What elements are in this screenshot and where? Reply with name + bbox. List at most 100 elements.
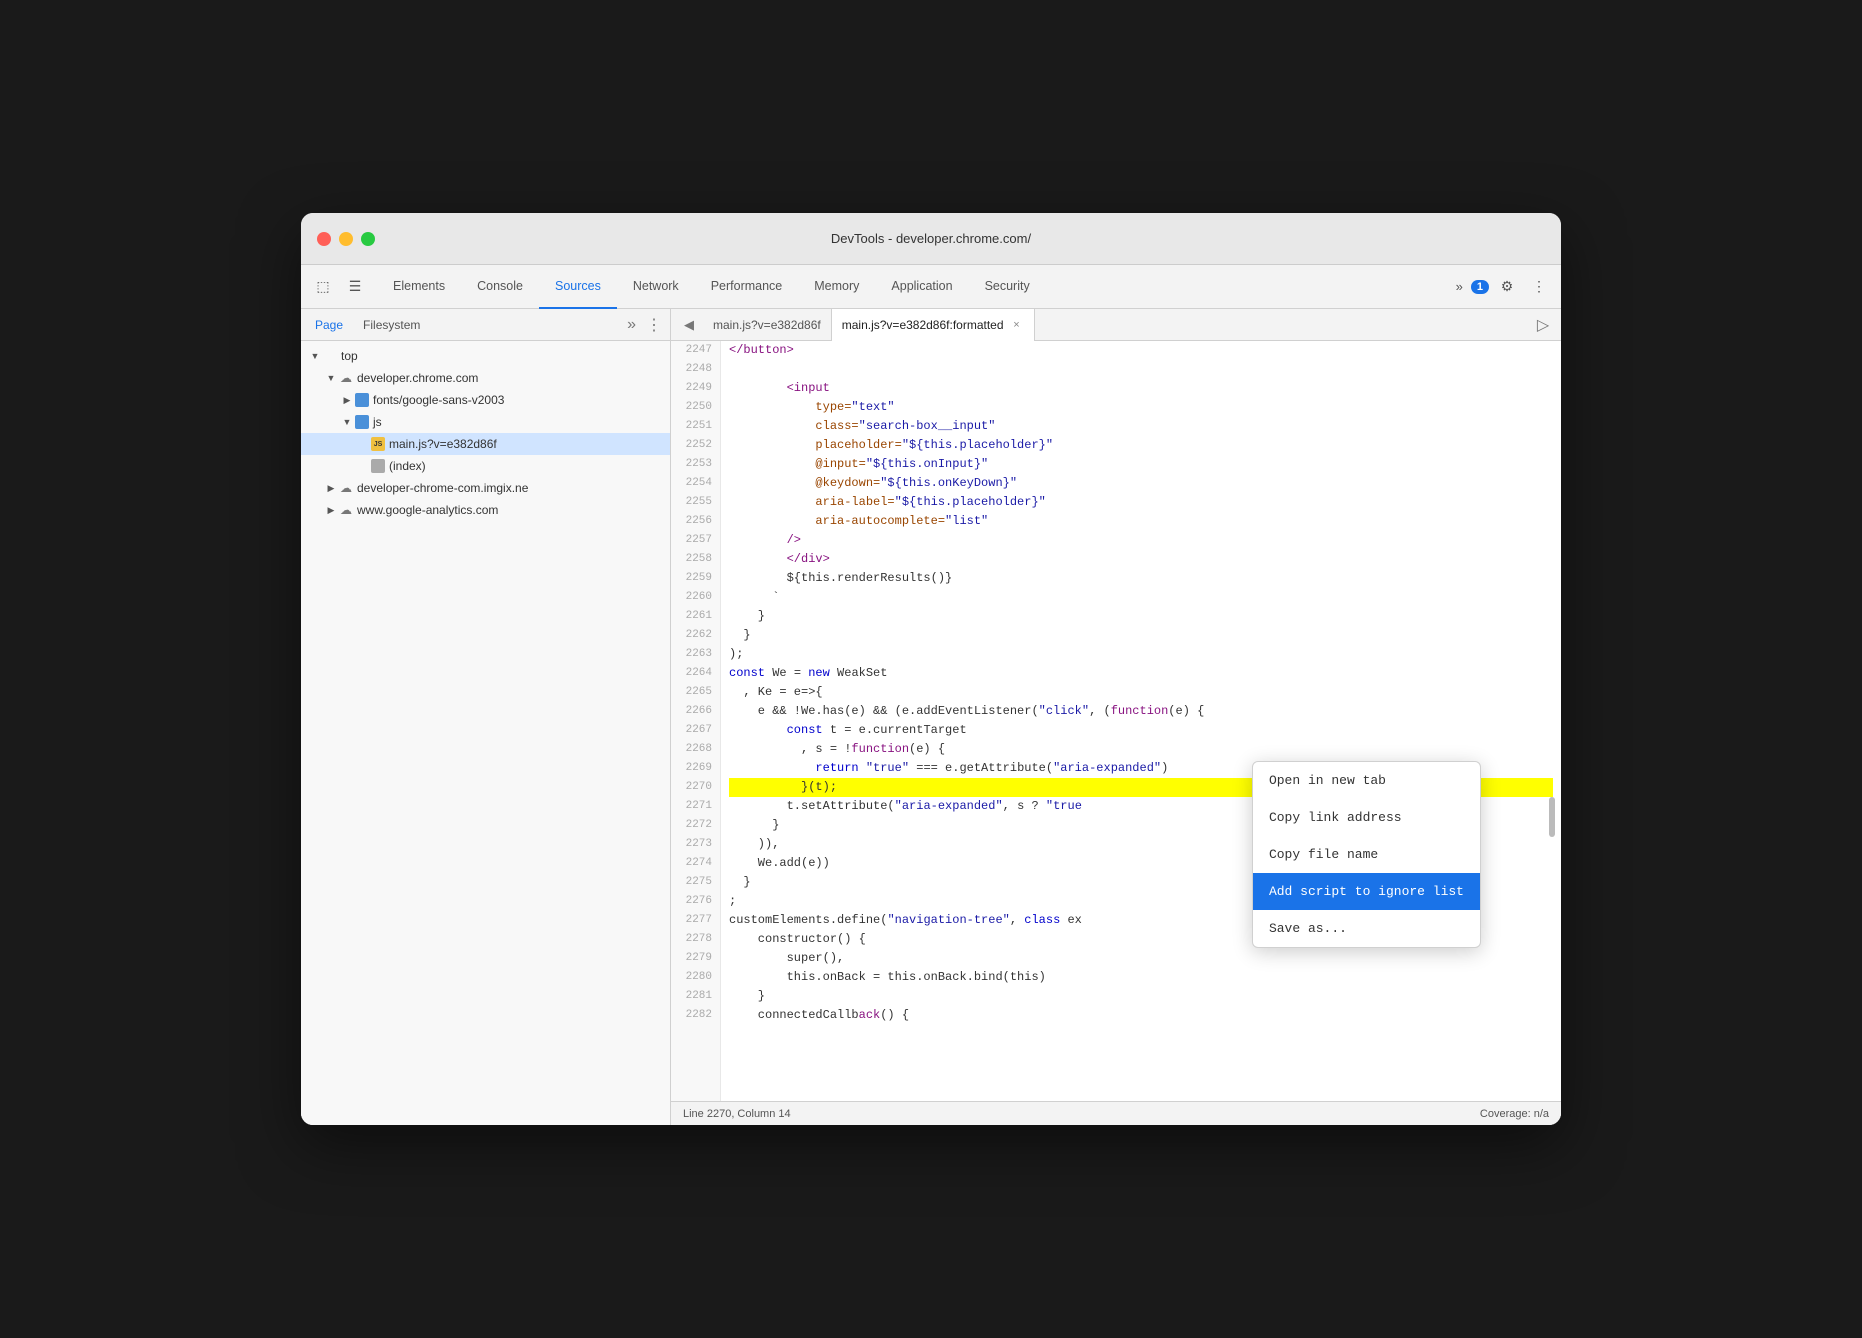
cloud-icon: ☁ [339, 371, 353, 385]
sidebar-menu-button[interactable]: ⋮ [642, 315, 666, 335]
editor-tab-label: main.js?v=e382d86f:formatted [842, 318, 1004, 332]
devtools-window: DevTools - developer.chrome.com/ ⬚ ☰ Ele… [301, 213, 1561, 1125]
collapse-sidebar-button[interactable]: ◀ [675, 311, 703, 339]
inspect-element-button[interactable]: ⬚ [309, 273, 337, 301]
main-toolbar: ⬚ ☰ Elements Console Sources Network Per… [301, 265, 1561, 309]
close-tab-button[interactable]: × [1010, 318, 1024, 332]
file-tree: top ☁ developer.chrome.com fonts/google-… [301, 341, 670, 1125]
code-line-2251: class="search-box__input" [729, 417, 1553, 436]
arrow-icon [325, 504, 337, 516]
collapse-right-button[interactable]: ▷ [1529, 311, 1557, 339]
tab-network[interactable]: Network [617, 265, 695, 309]
devtools-panel: ⬚ ☰ Elements Console Sources Network Per… [301, 265, 1561, 1125]
sidebar-tab-filesystem[interactable]: Filesystem [353, 314, 430, 336]
tree-label: (index) [389, 459, 426, 473]
tree-label: main.js?v=e382d86f [389, 437, 497, 451]
close-button[interactable] [317, 232, 331, 246]
tree-item-developer-chrome[interactable]: ☁ developer.chrome.com [301, 367, 670, 389]
code-line-2256: aria-autocomplete="list" [729, 512, 1553, 531]
code-line-2257: /> [729, 531, 1553, 550]
code-line-2255: aria-label="${this.placeholder}" [729, 493, 1553, 512]
code-line-2279: super(), [729, 949, 1553, 968]
coverage-status: Coverage: n/a [1480, 1108, 1549, 1120]
context-menu: Open in new tab Copy link address Copy f… [1252, 761, 1481, 948]
tree-label: top [341, 349, 358, 363]
arrow-icon [341, 394, 353, 406]
more-tabs-button[interactable]: » [1452, 279, 1467, 294]
tree-item-mainjs[interactable]: JS main.js?v=e382d86f [301, 433, 670, 455]
arrow-icon [341, 416, 353, 428]
folder-icon [355, 415, 369, 429]
context-menu-copy-filename[interactable]: Copy file name [1253, 836, 1480, 873]
tab-security[interactable]: Security [969, 265, 1046, 309]
tree-item-fonts[interactable]: fonts/google-sans-v2003 [301, 389, 670, 411]
editor-tab-mainjs[interactable]: main.js?v=e382d86f [703, 309, 832, 341]
code-line-2254: @keydown="${this.onKeyDown}" [729, 474, 1553, 493]
tree-label: js [373, 415, 382, 429]
tab-performance[interactable]: Performance [695, 265, 799, 309]
tree-item-index[interactable]: (index) [301, 455, 670, 477]
code-line-2281: } [729, 987, 1553, 1006]
tree-item-js[interactable]: js [301, 411, 670, 433]
sidebar-tab-page[interactable]: Page [305, 314, 353, 336]
tree-label: developer.chrome.com [357, 371, 478, 385]
tab-sources[interactable]: Sources [539, 265, 617, 309]
code-line-2248 [729, 360, 1553, 379]
window-title: DevTools - developer.chrome.com/ [831, 231, 1031, 246]
more-options-button[interactable]: ⋮ [1525, 273, 1553, 301]
tree-item-top[interactable]: top [301, 345, 670, 367]
main-tab-bar: Elements Console Sources Network Perform… [377, 265, 1046, 309]
tree-item-imgix[interactable]: ☁ developer-chrome-com.imgix.ne [301, 477, 670, 499]
code-line-2252: placeholder="${this.placeholder}" [729, 436, 1553, 455]
code-line-2260: ` [729, 588, 1553, 607]
sidebar-more-button[interactable]: » [621, 316, 642, 334]
tab-application[interactable]: Application [875, 265, 968, 309]
folder-icon [355, 393, 369, 407]
arrow-icon [325, 372, 337, 384]
toolbar-right: » 1 ⚙ ⋮ [1452, 273, 1553, 301]
code-line-2247: </button> [729, 341, 1553, 360]
context-menu-save-as[interactable]: Save as... [1253, 910, 1480, 947]
editor-tab-label: main.js?v=e382d86f [713, 318, 821, 332]
code-line-2258: </div> [729, 550, 1553, 569]
context-menu-copy-link[interactable]: Copy link address [1253, 799, 1480, 836]
tree-label: developer-chrome-com.imgix.ne [357, 481, 528, 495]
title-bar: DevTools - developer.chrome.com/ [301, 213, 1561, 265]
status-bar: Line 2270, Column 14 Coverage: n/a [671, 1101, 1561, 1125]
cursor-position: Line 2270, Column 14 [683, 1108, 791, 1120]
tree-label: fonts/google-sans-v2003 [373, 393, 504, 407]
code-line-2267: const t = e.currentTarget [729, 721, 1553, 740]
js-file-icon: JS [371, 437, 385, 451]
editor-tab-mainjs-formatted[interactable]: main.js?v=e382d86f:formatted × [832, 309, 1035, 341]
device-toolbar-button[interactable]: ☰ [341, 273, 369, 301]
code-line-2282: connectedCallback() { [729, 1006, 1553, 1025]
notification-badge: 1 [1471, 280, 1489, 294]
code-content: 2247 2248 2249 2250 2251 2252 2253 2254 … [671, 341, 1561, 1101]
cloud-icon: ☁ [339, 481, 353, 495]
code-editor[interactable]: 2247 2248 2249 2250 2251 2252 2253 2254 … [671, 341, 1561, 1101]
context-menu-open-tab[interactable]: Open in new tab [1253, 762, 1480, 799]
tab-console[interactable]: Console [461, 265, 539, 309]
code-line-2249: <input [729, 379, 1553, 398]
editor-tab-bar: ◀ main.js?v=e382d86f main.js?v=e382d86f:… [671, 309, 1561, 341]
context-menu-add-ignore[interactable]: Add script to ignore list [1253, 873, 1480, 910]
code-lines: </button> <input type="text" class="sear… [721, 341, 1561, 1101]
code-line-2265: , Ke = e=>{ [729, 683, 1553, 702]
arrow-icon [309, 350, 321, 362]
code-line-2264: const We = new WeakSet [729, 664, 1553, 683]
traffic-lights [317, 232, 375, 246]
tree-label: www.google-analytics.com [357, 503, 498, 517]
arrow-icon [325, 482, 337, 494]
sources-container: Page Filesystem » ⋮ top ☁ [301, 309, 1561, 1125]
code-line-2262: } [729, 626, 1553, 645]
tab-elements[interactable]: Elements [377, 265, 461, 309]
code-line-2280: this.onBack = this.onBack.bind(this) [729, 968, 1553, 987]
settings-button[interactable]: ⚙ [1493, 273, 1521, 301]
code-line-2261: } [729, 607, 1553, 626]
maximize-button[interactable] [361, 232, 375, 246]
tab-memory[interactable]: Memory [798, 265, 875, 309]
tree-item-analytics[interactable]: ☁ www.google-analytics.com [301, 499, 670, 521]
minimize-button[interactable] [339, 232, 353, 246]
code-line-2263: ); [729, 645, 1553, 664]
folder-icon [323, 349, 337, 363]
